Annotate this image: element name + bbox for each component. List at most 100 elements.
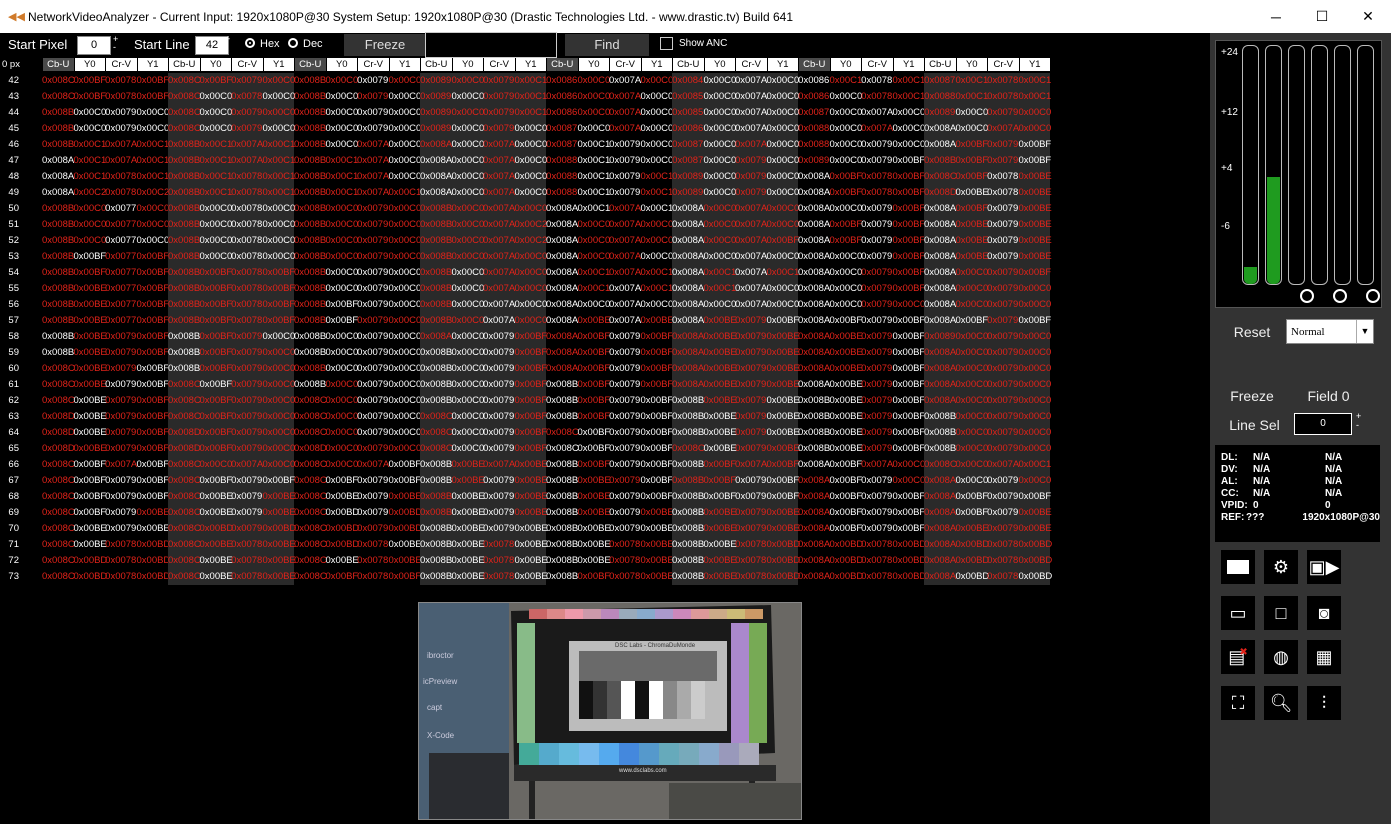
pixel-value-cell[interactable]: 0x0079 — [861, 249, 893, 265]
pixel-value-cell[interactable]: 0x008A — [798, 457, 830, 473]
pixel-value-cell[interactable]: 0x00BF — [137, 393, 170, 409]
pixel-value-cell[interactable]: 0x0079 — [609, 185, 641, 201]
pixel-value-cell[interactable]: 0x007A — [357, 169, 389, 185]
pixel-value-cell[interactable]: 0x00BF — [515, 345, 548, 361]
pixel-value-cell[interactable]: 0x007A — [231, 137, 263, 153]
vu-channel-select-radio[interactable] — [1333, 289, 1347, 303]
pixel-value-cell[interactable]: 0x00BD — [200, 521, 234, 537]
pixel-value-cell[interactable]: 0x00BF — [200, 329, 233, 345]
pixel-value-cell[interactable]: 0x008B — [672, 473, 704, 489]
pixel-value-cell[interactable]: 0x008A — [924, 345, 956, 361]
pixel-value-cell[interactable]: 0x00C0 — [515, 137, 548, 153]
pixel-value-cell[interactable]: 0x0079 — [483, 73, 515, 89]
pixel-value-cell[interactable]: 0x00C0 — [1019, 441, 1052, 457]
pixel-value-cell[interactable]: 0x00BF — [200, 313, 233, 329]
pixel-value-cell[interactable]: 0x0079 — [105, 425, 137, 441]
pixel-value-cell[interactable]: 0x00BE — [452, 505, 485, 521]
pixel-value-cell[interactable]: 0x008A — [924, 201, 956, 217]
pixel-value-cell[interactable]: 0x00BF — [74, 89, 107, 105]
pixel-value-cell[interactable]: 0x0079 — [987, 313, 1019, 329]
pixel-value-cell[interactable]: 0x0079 — [105, 361, 137, 377]
pixel-value-cell[interactable]: 0x00C0 — [704, 89, 737, 105]
pixel-value-cell[interactable]: 0x008B — [420, 473, 452, 489]
pixel-value-cell[interactable]: 0x008B — [924, 153, 956, 169]
pixel-value-cell[interactable]: 0x0078 — [105, 89, 137, 105]
pixel-value-cell[interactable]: 0x00BE — [389, 537, 422, 553]
pixel-value-cell[interactable]: 0x0079 — [105, 377, 137, 393]
pixel-value-cell[interactable]: 0x008A — [798, 249, 830, 265]
pixel-value-cell[interactable]: 0x00C1 — [263, 169, 296, 185]
pixel-value-cell[interactable]: 0x00BF — [641, 489, 674, 505]
pixel-value-cell[interactable]: 0x0079 — [357, 521, 389, 537]
pixel-value-cell[interactable]: 0x00BF — [893, 217, 926, 233]
pixel-value-cell[interactable]: 0x00C0 — [704, 217, 737, 233]
pixel-value-cell[interactable]: 0x00BD — [830, 553, 864, 569]
pixel-value-cell[interactable]: 0x008A — [420, 153, 452, 169]
pixel-value-cell[interactable]: 0x00BE — [326, 553, 359, 569]
pixel-value-cell[interactable]: 0x00BF — [74, 457, 107, 473]
pixel-value-cell[interactable]: 0x007A — [861, 457, 893, 473]
pixel-value-cell[interactable]: 0x00BE — [956, 521, 989, 537]
pixel-value-cell[interactable]: 0x00BD — [389, 521, 423, 537]
pixel-value-cell[interactable]: 0x00C0 — [200, 201, 233, 217]
pixel-value-cell[interactable]: 0x0089 — [420, 121, 452, 137]
pixel-value-cell[interactable]: 0x008B — [672, 537, 704, 553]
pixel-value-cell[interactable]: 0x00BF — [263, 313, 296, 329]
pixel-value-cell[interactable]: 0x00BD — [74, 569, 108, 585]
pixel-value-cell[interactable]: 0x00C0 — [452, 265, 485, 281]
pixel-value-cell[interactable]: 0x00C0 — [326, 361, 359, 377]
pixel-value-cell[interactable]: 0x00BF — [74, 489, 107, 505]
pixel-value-cell[interactable]: 0x008B — [672, 553, 704, 569]
pixel-value-cell[interactable]: 0x0079 — [987, 137, 1019, 153]
pixel-value-cell[interactable]: 0x0079 — [735, 313, 767, 329]
pixel-value-cell[interactable]: 0x008B — [168, 185, 200, 201]
pixel-value-cell[interactable]: 0x0078 — [231, 313, 263, 329]
pixel-value-cell[interactable]: 0x0079 — [735, 409, 767, 425]
pixel-value-cell[interactable]: 0x0078 — [861, 169, 893, 185]
pixel-value-cell[interactable]: 0x008B — [294, 265, 326, 281]
pixel-value-cell[interactable]: 0x00BF — [767, 473, 800, 489]
pixel-value-cell[interactable]: 0x00C0 — [263, 457, 296, 473]
pixel-value-cell[interactable]: 0x008A — [798, 265, 830, 281]
pixel-value-cell[interactable]: 0x0079 — [105, 105, 137, 121]
pixel-value-cell[interactable]: 0x00C0 — [452, 121, 485, 137]
pixel-value-cell[interactable]: 0x0078 — [861, 185, 893, 201]
pixel-value-cell[interactable]: 0x008C — [294, 425, 327, 441]
pixel-value-cell[interactable]: 0x0089 — [420, 73, 452, 89]
pixel-value-cell[interactable]: 0x0078 — [231, 265, 263, 281]
pixel-value-cell[interactable]: 0x00C1 — [956, 73, 989, 89]
pixel-value-cell[interactable]: 0x00BE — [767, 441, 800, 457]
pixel-value-cell[interactable]: 0x008A — [924, 249, 956, 265]
pixel-value-cell[interactable]: 0x0079 — [987, 409, 1019, 425]
pixel-value-cell[interactable]: 0x008B — [294, 201, 326, 217]
pixel-value-cell[interactable]: 0x008A — [546, 329, 578, 345]
pixel-value-cell[interactable]: 0x0078 — [105, 169, 137, 185]
pixel-value-cell[interactable]: 0x00BF — [830, 489, 863, 505]
pixel-value-cell[interactable]: 0x00BF — [200, 73, 233, 89]
pixel-value-cell[interactable]: 0x0089 — [420, 105, 452, 121]
pixel-value-cell[interactable]: 0x0079 — [105, 329, 137, 345]
pixel-value-cell[interactable]: 0x0079 — [609, 505, 641, 521]
pixel-value-cell[interactable]: 0x00C0 — [389, 345, 422, 361]
pixel-value-cell[interactable]: 0x0079 — [105, 441, 137, 457]
pixel-value-cell[interactable]: 0x00C1 — [74, 137, 107, 153]
pixel-value-cell[interactable]: 0x00C1 — [578, 137, 611, 153]
pixel-value-cell[interactable]: 0x00C0 — [452, 441, 485, 457]
pixel-value-cell[interactable]: 0x00BF — [893, 329, 926, 345]
pixel-value-cell[interactable]: 0x008A — [546, 281, 578, 297]
pixel-value-cell[interactable]: 0x00BF — [74, 265, 107, 281]
pixel-value-cell[interactable]: 0x00C0 — [389, 393, 422, 409]
pixel-value-cell[interactable]: 0x008C — [42, 361, 75, 377]
pixel-value-cell[interactable]: 0x008B — [294, 313, 326, 329]
pixel-value-cell[interactable]: 0x00C0 — [200, 121, 233, 137]
pixel-value-cell[interactable]: 0x008A — [924, 217, 956, 233]
pixel-value-cell[interactable]: 0x008B — [420, 505, 452, 521]
pixel-value-cell[interactable]: 0x0079 — [357, 249, 389, 265]
pixel-value-cell[interactable]: 0x00BE — [641, 521, 674, 537]
pixel-value-cell[interactable]: 0x00BE — [74, 377, 107, 393]
pixel-value-cell[interactable]: 0x008B — [420, 265, 452, 281]
pixel-value-cell[interactable]: 0x00C0 — [326, 345, 359, 361]
pixel-value-cell[interactable]: 0x00BE — [515, 521, 548, 537]
pixel-value-cell[interactable]: 0x00BF — [1019, 265, 1052, 281]
pixel-value-cell[interactable]: 0x00C0 — [641, 73, 674, 89]
